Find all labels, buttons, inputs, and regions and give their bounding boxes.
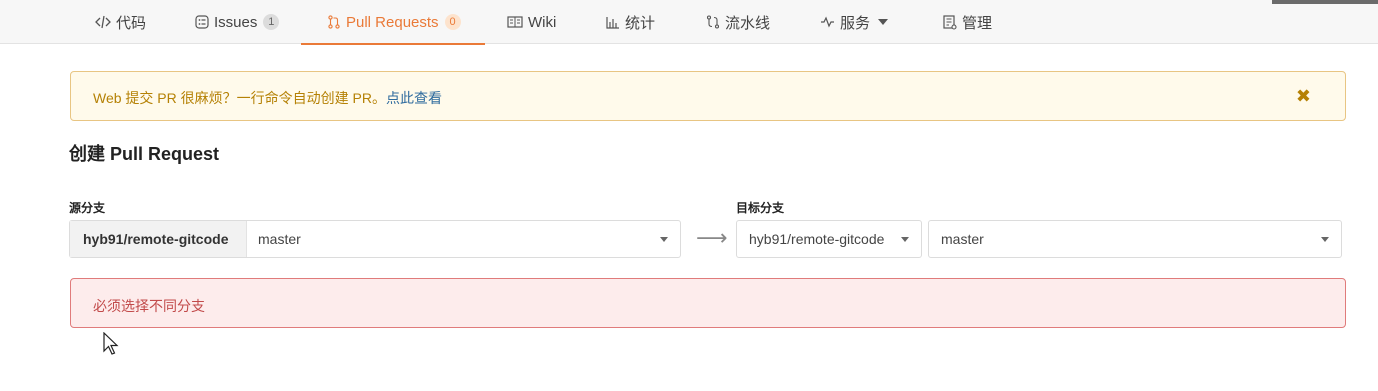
tab-pull-requests[interactable]: Pull Requests 0 [301,0,485,45]
tab-pipeline[interactable]: 流水线 [706,0,770,44]
tab-wiki-label: Wiki [528,13,557,31]
target-branch-dropdown[interactable]: master [928,220,1342,258]
error-message-box: 必须选择不同分支 [70,278,1346,328]
tab-pipeline-label: 流水线 [725,14,771,32]
arrow-right-icon: ⟶ [696,225,728,250]
source-branch-dropdown[interactable]: master [247,221,680,257]
issues-icon [195,15,209,29]
source-branch-selector: hyb91/remote-gitcode master [69,220,681,258]
tab-stats-label: 统计 [625,14,656,32]
banner-view-link[interactable]: 点此查看 [386,90,442,106]
repo-nav-bar: 代码 Issues 1 Pull Requests 0 Wiki 统计 流水线 [0,0,1378,45]
source-repo-name: hyb91/remote-gitcode [70,221,247,257]
chevron-down-icon [901,237,909,242]
target-branch-value: master [941,231,984,247]
source-branch-value: master [258,231,301,247]
tab-issues[interactable]: Issues 1 [195,0,280,44]
pulse-icon [820,16,835,28]
chevron-down-icon [1321,237,1329,242]
tab-services-label: 服务 [840,14,871,32]
tab-code[interactable]: 代码 [95,0,146,44]
info-banner: Web 提交 PR 很麻烦？一行命令自动创建 PR。点此查看 ✖ [70,71,1346,121]
tab-pull-requests-label: Pull Requests [346,13,439,31]
chevron-down-icon [660,237,668,242]
tab-manage[interactable]: 管理 [943,0,992,44]
tab-stats[interactable]: 统计 [606,0,655,44]
tab-code-label: 代码 [116,14,147,32]
tab-issues-label: Issues [214,13,258,31]
pipeline-icon [706,15,720,29]
target-repo-dropdown[interactable]: hyb91/remote-gitcode [736,220,922,258]
corner-thumbnail [1272,0,1378,4]
banner-text: Web 提交 PR 很麻烦？一行命令自动创建 PR。 [93,90,386,106]
tab-manage-label: 管理 [962,14,993,32]
pull-request-icon [327,15,341,29]
pull-requests-count-badge: 0 [444,14,461,30]
manage-icon [943,14,957,30]
target-repo-value: hyb91/remote-gitcode [749,231,885,247]
issues-count-badge: 1 [263,14,280,30]
bar-chart-icon [606,16,620,29]
error-message: 必须选择不同分支 [93,298,205,314]
banner-message: Web 提交 PR 很麻烦？一行命令自动创建 PR。点此查看 [93,88,442,108]
target-branch-label: 目标分支 [736,201,785,215]
source-branch-label: 源分支 [69,201,106,215]
chevron-down-icon [878,19,889,25]
tab-services[interactable]: 服务 [820,0,889,44]
close-icon[interactable]: ✖ [1296,86,1311,106]
tab-wiki[interactable]: Wiki [507,0,556,44]
page-title: 创建 Pull Request [69,144,220,164]
mouse-cursor-icon [103,331,121,361]
code-icon [95,15,111,29]
wiki-book-icon [507,16,523,28]
